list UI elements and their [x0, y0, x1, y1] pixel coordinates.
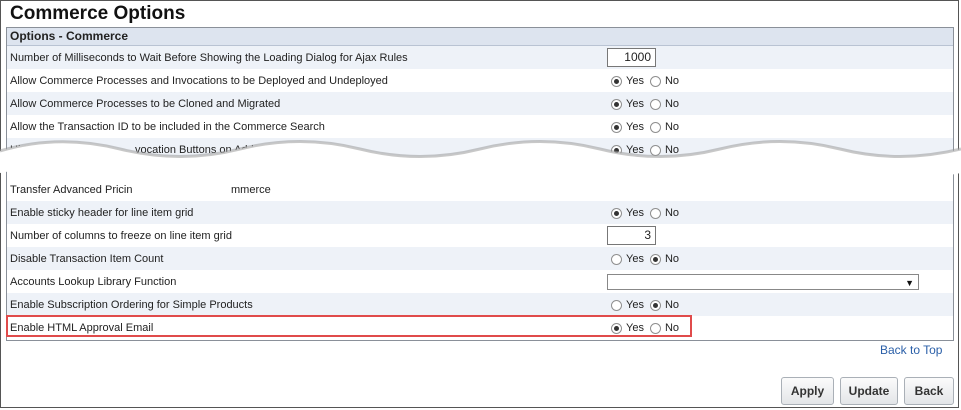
- no-radio[interactable]: [649, 98, 661, 110]
- no-label: No: [664, 75, 680, 87]
- setting-label: Allow Commerce Processes to be Cloned an…: [10, 98, 281, 110]
- no-radio[interactable]: [649, 207, 661, 219]
- disable-item-count-radio-group: Yes No: [611, 252, 685, 266]
- yes-radio[interactable]: [611, 253, 622, 265]
- no-radio[interactable]: [649, 121, 661, 133]
- ajax-wait-ms-input[interactable]: 1000: [607, 48, 656, 67]
- yes-radio[interactable]: [611, 207, 622, 219]
- no-label: No: [664, 121, 680, 133]
- setting-label: Number of Milliseconds to Wait Before Sh…: [10, 52, 408, 64]
- setting-row-sticky-header: Enable sticky header for line item grid …: [7, 201, 953, 224]
- highlight-box: [6, 315, 692, 337]
- no-label: No: [664, 98, 680, 110]
- accounts-lookup-select[interactable]: ▼: [607, 274, 919, 290]
- torn-edge-overlay: [0, 140, 961, 179]
- yes-label: Yes: [626, 98, 644, 110]
- deploy-radio-group: Yes No: [611, 74, 685, 88]
- yes-label: Yes: [626, 75, 644, 87]
- yes-label: Yes: [626, 121, 644, 133]
- no-radio[interactable]: [649, 75, 661, 87]
- setting-row-freeze-columns: Number of columns to freeze on line item…: [7, 224, 953, 247]
- setting-label: Enable sticky header for line item grid: [10, 207, 194, 219]
- back-to-top-link[interactable]: Back to Top: [880, 343, 942, 357]
- setting-row-ajax-wait: Number of Milliseconds to Wait Before Sh…: [7, 46, 953, 69]
- yes-label: Yes: [626, 299, 644, 311]
- apply-button[interactable]: Apply: [781, 377, 834, 405]
- no-label: No: [664, 207, 680, 219]
- setting-label: Allow Commerce Processes and Invocations…: [10, 75, 388, 87]
- page-title: Commerce Options: [10, 3, 186, 24]
- back-button[interactable]: Back: [904, 377, 954, 405]
- yes-label: Yes: [626, 207, 644, 219]
- dropdown-arrow-icon: ▼: [905, 278, 914, 288]
- setting-row-disable-item-count: Disable Transaction Item Count Yes No: [7, 247, 953, 270]
- transaction-id-radio-group: Yes No: [611, 120, 685, 134]
- setting-label: Allow the Transaction ID to be included …: [10, 121, 325, 133]
- setting-row-deploy: Allow Commerce Processes and Invocations…: [7, 69, 953, 92]
- no-radio[interactable]: [649, 253, 661, 265]
- setting-label: Accounts Lookup Library Function: [10, 276, 177, 288]
- setting-row-subscription-ordering: Enable Subscription Ordering for Simple …: [7, 293, 953, 316]
- yes-label: Yes: [626, 253, 644, 265]
- sticky-header-radio-group: Yes No: [611, 206, 685, 220]
- update-button[interactable]: Update: [840, 377, 898, 405]
- section-header: Options - Commerce: [7, 28, 953, 46]
- freeze-columns-input[interactable]: 3: [607, 226, 656, 245]
- setting-row-clone: Allow Commerce Processes to be Cloned an…: [7, 92, 953, 115]
- yes-radio[interactable]: [611, 299, 622, 311]
- setting-label: Number of columns to freeze on line item…: [10, 230, 232, 242]
- setting-row-accounts-lookup: Accounts Lookup Library Function ▼: [7, 270, 953, 293]
- no-label: No: [664, 299, 680, 311]
- clone-radio-group: Yes No: [611, 97, 685, 111]
- yes-radio[interactable]: [611, 98, 622, 110]
- no-radio[interactable]: [649, 299, 661, 311]
- setting-label: Disable Transaction Item Count: [10, 253, 164, 265]
- no-label: No: [664, 253, 680, 265]
- setting-label: Enable Subscription Ordering for Simple …: [10, 299, 253, 311]
- yes-radio[interactable]: [611, 75, 622, 87]
- yes-radio[interactable]: [611, 121, 622, 133]
- subscription-ordering-radio-group: Yes No: [611, 298, 685, 312]
